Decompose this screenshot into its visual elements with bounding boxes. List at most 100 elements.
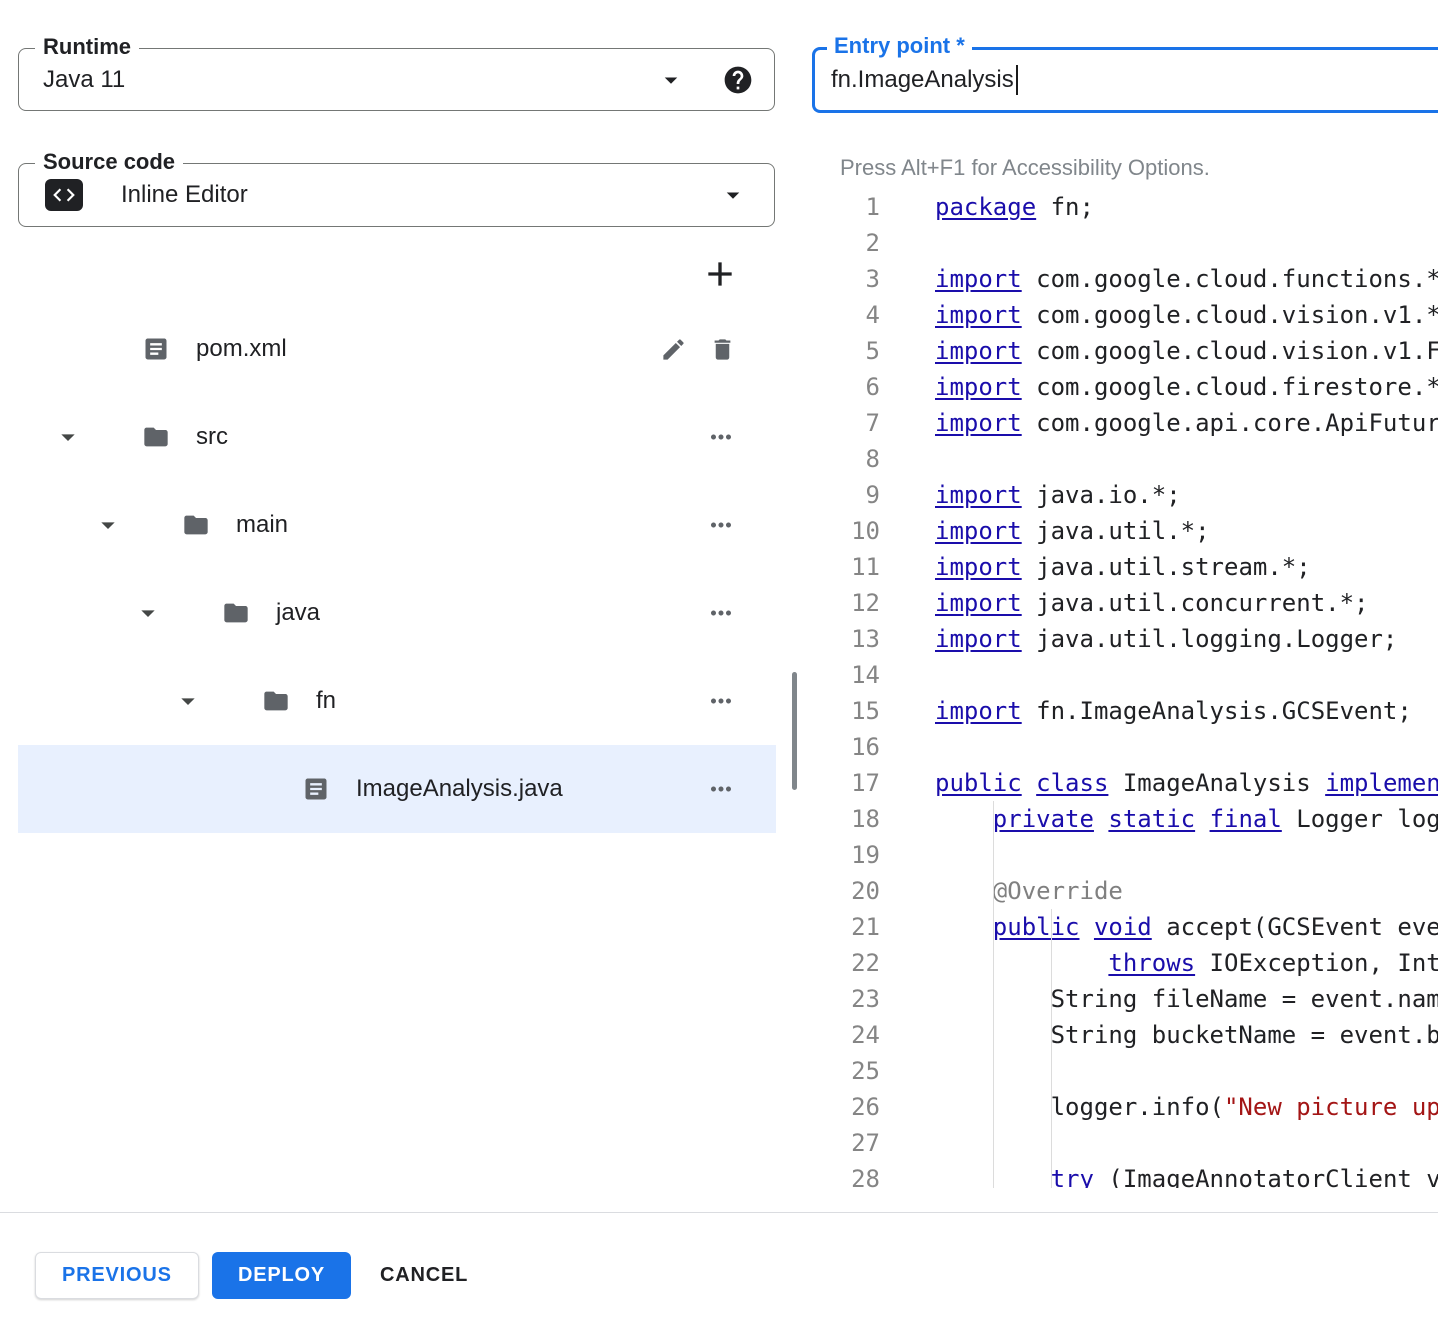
more-options-icon[interactable] — [706, 774, 736, 804]
help-icon[interactable] — [722, 64, 754, 96]
code-line[interactable]: 9import java.io.*; — [812, 477, 1438, 513]
tree-folder-java[interactable]: java — [18, 569, 776, 657]
indent-guide — [1051, 909, 1052, 1188]
tree-file-pom-xml[interactable]: pom.xml — [18, 305, 776, 393]
deploy-button[interactable]: DEPLOY — [212, 1252, 351, 1299]
code-text — [880, 225, 935, 261]
file-icon — [142, 335, 170, 363]
code-text — [880, 729, 935, 765]
tree-item-label: src — [196, 423, 228, 451]
code-text: throws IOException, Int — [880, 945, 1438, 981]
code-line[interactable]: 25 — [812, 1053, 1438, 1089]
expand-arrow-icon[interactable] — [172, 685, 204, 717]
text-cursor — [1016, 65, 1018, 95]
code-line[interactable]: 28 try (ImageAnnotatorClient v — [812, 1161, 1438, 1188]
line-number: 24 — [812, 1017, 880, 1053]
add-file-icon[interactable] — [698, 252, 742, 296]
code-line[interactable]: 15import fn.ImageAnalysis.GCSEvent; — [812, 693, 1438, 729]
code-line[interactable]: 18 private static final Logger log — [812, 801, 1438, 837]
line-number: 26 — [812, 1089, 880, 1125]
line-number: 20 — [812, 873, 880, 909]
edit-icon[interactable] — [660, 336, 687, 363]
cancel-button[interactable]: CANCEL — [354, 1252, 494, 1299]
expand-arrow-icon[interactable] — [132, 597, 164, 629]
entry-point-input[interactable]: fn.ImageAnalysis — [831, 65, 1018, 95]
tree-folder-main[interactable]: main — [18, 481, 776, 569]
tree-scrollbar[interactable] — [792, 672, 797, 790]
code-line[interactable]: 16 — [812, 729, 1438, 765]
code-line[interactable]: 8 — [812, 441, 1438, 477]
more-options-icon[interactable] — [706, 598, 736, 628]
code-line[interactable]: 23 String fileName = event.nam — [812, 981, 1438, 1017]
line-number: 9 — [812, 477, 880, 513]
code-line[interactable]: 12import java.util.concurrent.*; — [812, 585, 1438, 621]
entry-point-field[interactable]: Entry point * fn.ImageAnalysis — [812, 47, 1438, 113]
line-number: 7 — [812, 405, 880, 441]
code-text: import java.util.stream.*; — [880, 549, 1311, 585]
tree-file-ImageAnalysis-java[interactable]: ImageAnalysis.java — [18, 745, 776, 833]
code-line[interactable]: 26 logger.info("New picture up — [812, 1089, 1438, 1125]
more-options-icon[interactable] — [706, 510, 736, 540]
folder-icon — [222, 599, 250, 627]
line-number: 12 — [812, 585, 880, 621]
entry-point-text: fn.ImageAnalysis — [831, 66, 1014, 94]
code-text: try (ImageAnnotatorClient v — [880, 1161, 1438, 1188]
code-line[interactable]: 7import com.google.api.core.ApiFutur — [812, 405, 1438, 441]
code-line[interactable]: 22 throws IOException, Int — [812, 945, 1438, 981]
code-editor[interactable]: Press Alt+F1 for Accessibility Options. … — [812, 142, 1438, 1188]
tree-folder-src[interactable]: src — [18, 393, 776, 481]
expand-arrow-icon[interactable] — [52, 421, 84, 453]
line-number: 16 — [812, 729, 880, 765]
code-text: import com.google.cloud.firestore.* — [880, 369, 1438, 405]
code-text — [880, 837, 935, 873]
line-number: 5 — [812, 333, 880, 369]
code-line[interactable]: 20 @Override — [812, 873, 1438, 909]
more-options-icon[interactable] — [706, 422, 736, 452]
code-line[interactable]: 14 — [812, 657, 1438, 693]
dropdown-caret-icon[interactable] — [656, 65, 686, 95]
code-line[interactable]: 27 — [812, 1125, 1438, 1161]
code-text: import com.google.api.core.ApiFutur — [880, 405, 1438, 441]
more-options-icon[interactable] — [706, 686, 736, 716]
code-line[interactable]: 2 — [812, 225, 1438, 261]
source-code-select[interactable]: Source code Inline Editor — [18, 163, 775, 227]
code-line[interactable]: 19 — [812, 837, 1438, 873]
tree-item-label: fn — [316, 687, 336, 715]
code-line[interactable]: 13import java.util.logging.Logger; — [812, 621, 1438, 657]
code-text: import fn.ImageAnalysis.GCSEvent; — [880, 693, 1412, 729]
code-line[interactable]: 3import com.google.cloud.functions.* — [812, 261, 1438, 297]
line-number: 25 — [812, 1053, 880, 1089]
code-lines: 1package fn;23import com.google.cloud.fu… — [812, 189, 1438, 1188]
code-text: String fileName = event.nam — [880, 981, 1438, 1017]
file-tree: pom.xml src main java fn ImageAnalysis.java — [18, 305, 776, 833]
folder-icon — [262, 687, 290, 715]
line-number: 19 — [812, 837, 880, 873]
entry-point-label: Entry point * — [827, 33, 972, 59]
code-line[interactable]: 1package fn; — [812, 189, 1438, 225]
line-number: 1 — [812, 189, 880, 225]
code-line[interactable]: 11import java.util.stream.*; — [812, 549, 1438, 585]
line-number: 18 — [812, 801, 880, 837]
delete-icon[interactable] — [709, 336, 736, 363]
tree-item-actions — [660, 336, 736, 363]
code-line[interactable]: 24 String bucketName = event.b — [812, 1017, 1438, 1053]
dropdown-caret-icon[interactable] — [718, 180, 748, 210]
code-line[interactable]: 4import com.google.cloud.vision.v1.* — [812, 297, 1438, 333]
code-line[interactable]: 10import java.util.*; — [812, 513, 1438, 549]
previous-button[interactable]: PREVIOUS — [35, 1252, 199, 1299]
expand-arrow-icon[interactable] — [92, 509, 124, 541]
line-number: 10 — [812, 513, 880, 549]
code-text — [880, 657, 935, 693]
tree-folder-fn[interactable]: fn — [18, 657, 776, 745]
tree-item-label: pom.xml — [196, 335, 287, 363]
code-line[interactable]: 21 public void accept(GCSEvent eve — [812, 909, 1438, 945]
code-text: import java.io.*; — [880, 477, 1181, 513]
code-line[interactable]: 6import com.google.cloud.firestore.* — [812, 369, 1438, 405]
runtime-select[interactable]: Runtime Java 11 — [18, 48, 775, 111]
code-line[interactable]: 17public class ImageAnalysis implemen — [812, 765, 1438, 801]
code-icon — [45, 179, 83, 211]
code-line[interactable]: 5import com.google.cloud.vision.v1.F — [812, 333, 1438, 369]
expand-arrow-icon — [52, 333, 84, 365]
code-text: import com.google.cloud.vision.v1.F — [880, 333, 1438, 369]
tree-item-label: main — [236, 511, 288, 539]
